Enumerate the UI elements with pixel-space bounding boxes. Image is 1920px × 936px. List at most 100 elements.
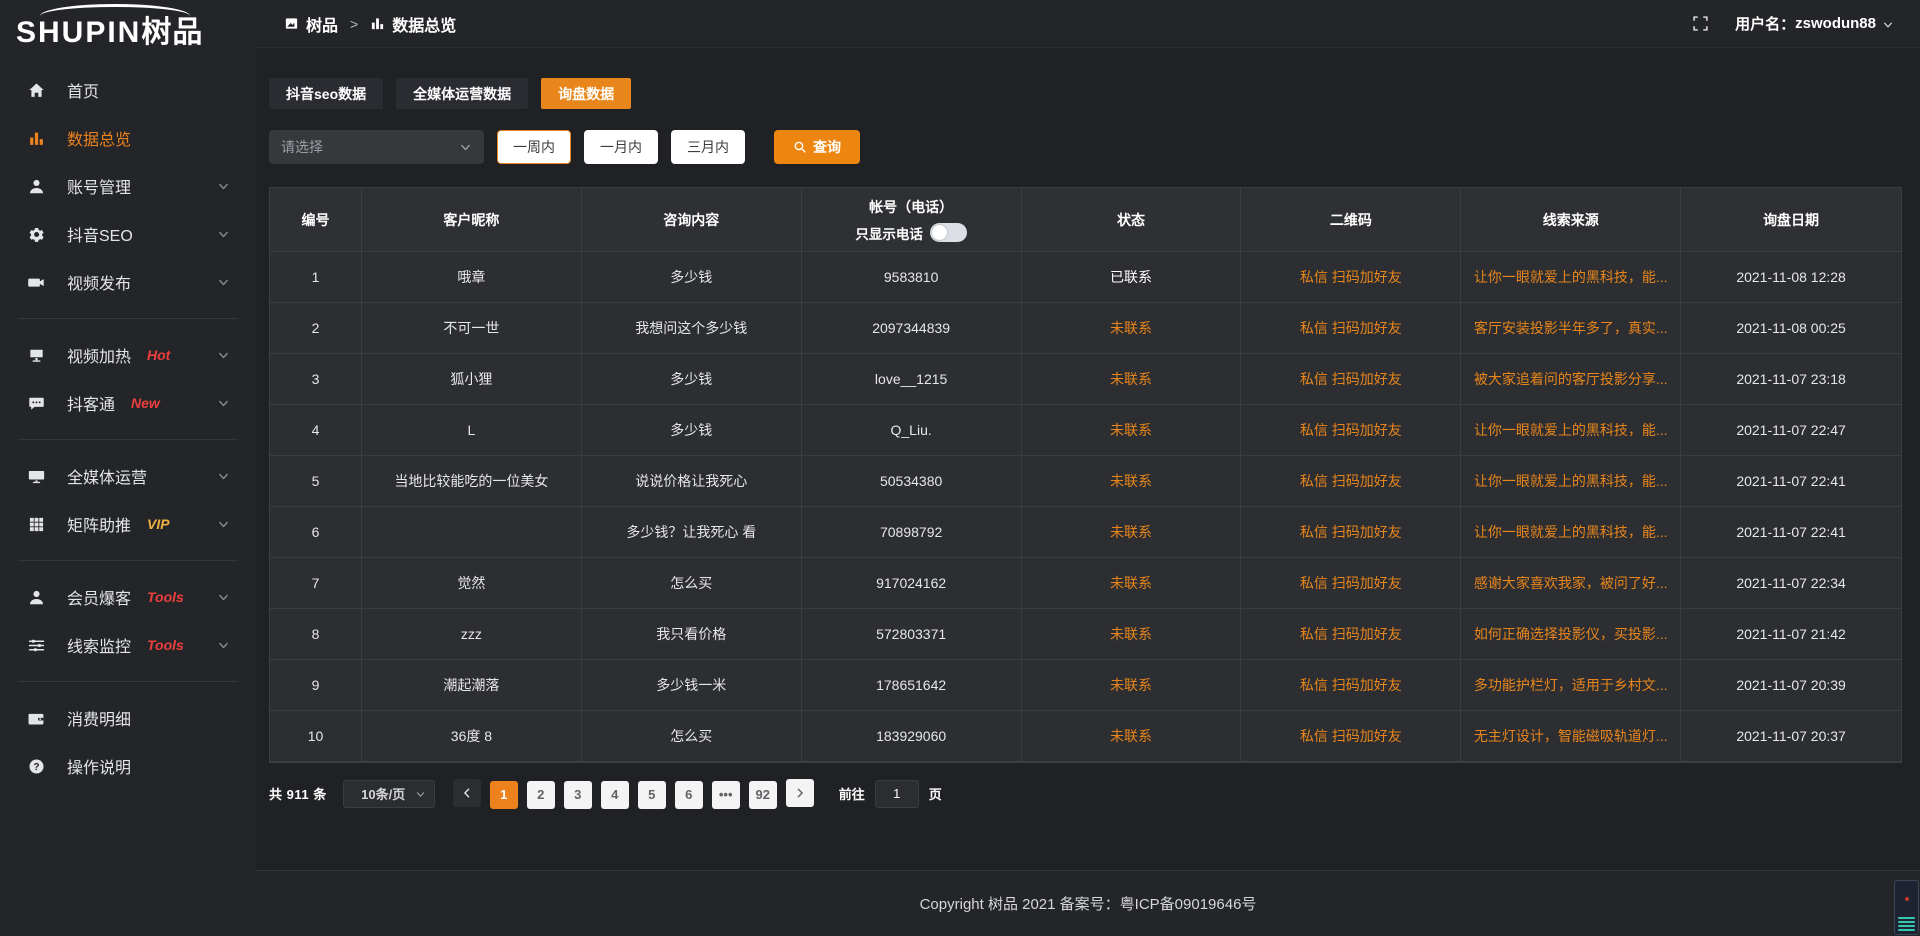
cell-account: 9583810: [802, 252, 1022, 303]
monitor-icon: [28, 468, 45, 485]
user-menu[interactable]: 用户名： zswodun88: [1735, 13, 1894, 34]
range-button[interactable]: 三月内: [671, 130, 745, 164]
sidebar-item-badge: Tools: [147, 589, 184, 605]
sidebar-item[interactable]: 视频加热Hot: [0, 331, 256, 379]
sidebar-item[interactable]: 账号管理: [0, 162, 256, 210]
sidebar-nav: 首页数据总览账号管理抖音SEO视频发布视频加热Hot抖客通New 全媒体运营矩阵助…: [0, 58, 256, 790]
qrcode-links[interactable]: 私信 扫码加好友: [1241, 507, 1461, 558]
table-row: 4L多少钱Q_Liu.未联系私信 扫码加好友让你一眼就爱上的黑科技，能...20…: [270, 405, 1901, 456]
sidebar-item[interactable]: 会员爆客Tools: [0, 573, 256, 621]
sidebar-item[interactable]: 矩阵助推VIP: [0, 500, 256, 548]
sidebar-item[interactable]: 消费明细: [0, 694, 256, 742]
tab-1[interactable]: 抖音seo数据: [269, 78, 383, 109]
page-button[interactable]: 1: [490, 781, 518, 809]
cell-date: 2021-11-07 22:41: [1681, 507, 1901, 558]
chevron-down-icon: [1882, 18, 1894, 30]
account-select[interactable]: 请选择: [269, 130, 484, 164]
column-header-label: 二维码: [1330, 210, 1372, 230]
cell-date: 2021-11-07 20:39: [1681, 660, 1901, 711]
sidebar-item[interactable]: 抖音SEO: [0, 210, 256, 258]
cell-nickname: [362, 507, 582, 558]
sidebar-item[interactable]: 抖客通New: [0, 379, 256, 427]
sidebar-item-label: 抖客通: [67, 391, 115, 415]
sidebar-item[interactable]: ?操作说明: [0, 742, 256, 790]
qrcode-links[interactable]: 私信 扫码加好友: [1241, 711, 1461, 762]
goto-page-input[interactable]: [875, 780, 919, 808]
qrcode-links[interactable]: 私信 扫码加好友: [1241, 252, 1461, 303]
next-page-button[interactable]: [786, 779, 814, 807]
status-badge: 未联系: [1022, 405, 1242, 456]
logo-arc-decoration: [40, 4, 190, 16]
qrcode-links[interactable]: 私信 扫码加好友: [1241, 456, 1461, 507]
page-ellipsis-button[interactable]: •••: [712, 781, 740, 809]
cell-date: 2021-11-07 23:18: [1681, 354, 1901, 405]
cell-date: 2021-11-07 21:42: [1681, 609, 1901, 660]
tab-2[interactable]: 全媒体运营数据: [396, 78, 528, 109]
lead-source-link[interactable]: 让你一眼就爱上的黑科技，能...: [1461, 507, 1681, 558]
search-icon: [793, 140, 807, 154]
sidebar-divider: [18, 560, 238, 561]
sidebar-item[interactable]: 线索监控Tools: [0, 621, 256, 669]
prev-page-button[interactable]: [453, 779, 481, 807]
qrcode-links[interactable]: 私信 扫码加好友: [1241, 303, 1461, 354]
table-body: 1哦章多少钱9583810已联系私信 扫码加好友让你一眼就爱上的黑科技，能...…: [270, 252, 1901, 762]
content: 抖音seo数据全媒体运营数据询盘数据 请选择 一周内一月内三月内 查询 编号客户…: [256, 48, 1920, 870]
qrcode-links[interactable]: 私信 扫码加好友: [1241, 660, 1461, 711]
column-header-label: 客户昵称: [443, 210, 499, 230]
page-button[interactable]: 92: [749, 781, 777, 809]
qrcode-links[interactable]: 私信 扫码加好友: [1241, 354, 1461, 405]
cell-id: 10: [270, 711, 362, 762]
tab-3[interactable]: 询盘数据: [541, 78, 631, 109]
lead-source-link[interactable]: 被大家追着问的客厅投影分享...: [1461, 354, 1681, 405]
page-button[interactable]: 5: [638, 781, 666, 809]
lead-source-link[interactable]: 让你一眼就爱上的黑科技，能...: [1461, 456, 1681, 507]
sidebar-item[interactable]: 视频发布: [0, 258, 256, 306]
sidebar-item[interactable]: 全媒体运营: [0, 452, 256, 500]
chart-icon: [370, 16, 385, 31]
qrcode-links[interactable]: 私信 扫码加好友: [1241, 405, 1461, 456]
wallet-icon: [28, 710, 45, 727]
lead-source-link[interactable]: 感谢大家喜欢我家，被问了好...: [1461, 558, 1681, 609]
lead-source-link[interactable]: 多功能护栏灯，适用于乡村文...: [1461, 660, 1681, 711]
lead-source-link[interactable]: 客厅安装投影半年多了，真实...: [1461, 303, 1681, 354]
sidebar-item-label: 首页: [67, 78, 99, 102]
cell-account: 183929060: [802, 711, 1022, 762]
table-header-row: 编号客户昵称咨询内容帐号（电话）只显示电话状态二维码线索来源询盘日期: [270, 188, 1901, 252]
cell-content: 怎么买: [582, 558, 802, 609]
cell-content: 我想问这个多少钱: [582, 303, 802, 354]
status-badge: 未联系: [1022, 609, 1242, 660]
page-button[interactable]: 6: [675, 781, 703, 809]
search-button[interactable]: 查询: [774, 130, 860, 164]
account-select-placeholder: 请选择: [281, 137, 459, 157]
heat-icon: [28, 347, 45, 364]
cell-account: 572803371: [802, 609, 1022, 660]
sidebar-item-badge: VIP: [147, 516, 170, 532]
cell-nickname: 不可一世: [362, 303, 582, 354]
column-header: 线索来源: [1461, 188, 1681, 252]
lead-source-link[interactable]: 无主灯设计，智能磁吸轨道灯...: [1461, 711, 1681, 762]
sidebar-item[interactable]: 首页: [0, 66, 256, 114]
lead-source-link[interactable]: 让你一眼就爱上的黑科技，能...: [1461, 405, 1681, 456]
sidebar-item-label: 账号管理: [67, 174, 131, 198]
page-button[interactable]: 4: [601, 781, 629, 809]
qrcode-links[interactable]: 私信 扫码加好友: [1241, 609, 1461, 660]
table-row: 6多少钱？让我死心 看70898792未联系私信 扫码加好友让你一眼就爱上的黑科…: [270, 507, 1901, 558]
page-button[interactable]: 3: [564, 781, 592, 809]
range-button[interactable]: 一月内: [584, 130, 658, 164]
per-page-value: 10条/页: [352, 784, 415, 803]
qrcode-links[interactable]: 私信 扫码加好友: [1241, 558, 1461, 609]
breadcrumb-root[interactable]: 树品: [306, 12, 338, 36]
lead-source-link[interactable]: 如何正确选择投影仪，买投影...: [1461, 609, 1681, 660]
range-button[interactable]: 一周内: [497, 130, 571, 164]
phone-only-toggle[interactable]: [930, 223, 967, 242]
sliders-icon: [28, 637, 45, 654]
per-page-select[interactable]: 10条/页: [343, 780, 435, 808]
cell-id: 2: [270, 303, 362, 354]
video-icon: [28, 274, 45, 291]
fullscreen-icon[interactable]: [1692, 15, 1709, 32]
table-row: 9潮起潮落多少钱一米178651642未联系私信 扫码加好友多功能护栏灯，适用于…: [270, 660, 1901, 711]
total-count: 共 911 条: [269, 784, 327, 803]
lead-source-link[interactable]: 让你一眼就爱上的黑科技，能...: [1461, 252, 1681, 303]
sidebar-item[interactable]: 数据总览: [0, 114, 256, 162]
page-button[interactable]: 2: [527, 781, 555, 809]
